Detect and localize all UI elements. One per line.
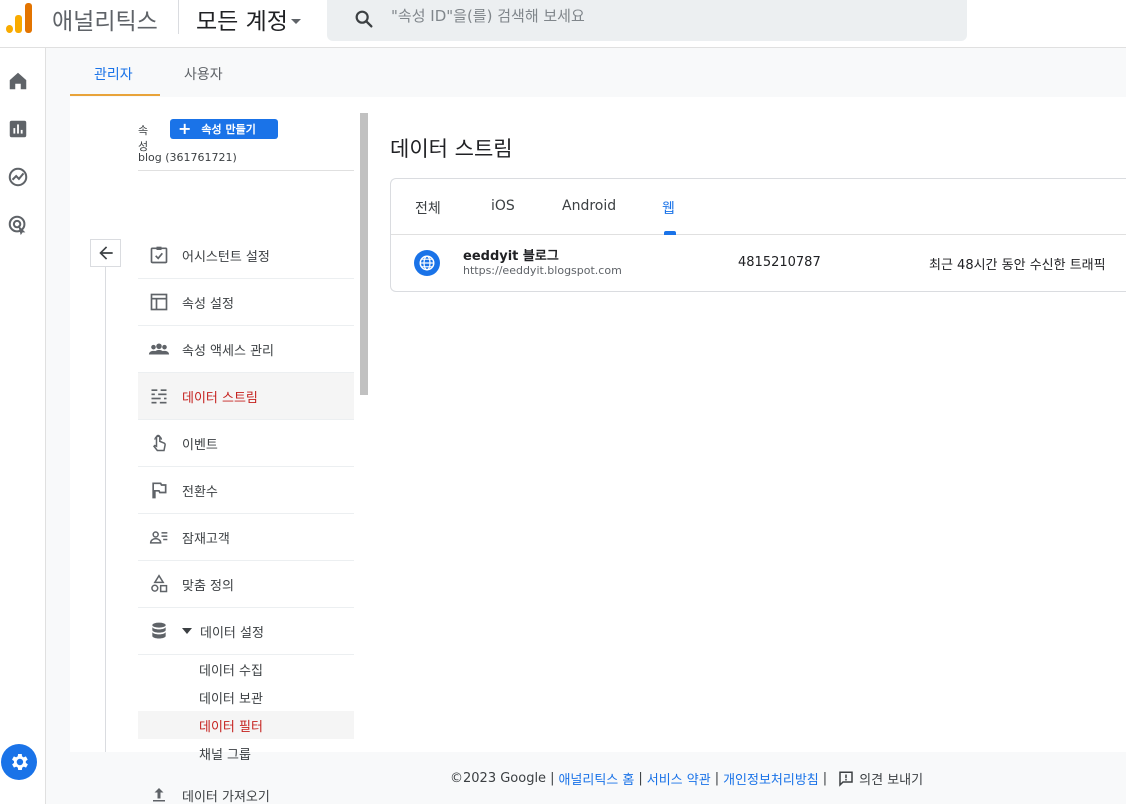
tab-android[interactable]: Android <box>562 198 616 214</box>
stream-id: 4815210787 <box>738 255 821 270</box>
copyright: ©2023 Google <box>450 771 547 786</box>
header-divider <box>178 0 179 34</box>
feedback-icon <box>837 770 855 788</box>
database-icon <box>148 620 170 642</box>
stream-status: 최근 48시간 동안 수신한 트래픽 <box>929 258 1106 273</box>
feedback-link[interactable]: 의견 보내기 <box>859 769 923 788</box>
account-label: 모든 계정 <box>196 9 288 35</box>
explore-icon[interactable] <box>7 166 29 188</box>
footer: ©2023 Google | 애널리틱스 홈 | 서비스 약관 | 개인정보처리… <box>450 769 924 788</box>
tab-ios[interactable]: iOS <box>491 198 515 214</box>
audience-icon <box>148 526 170 548</box>
layout-icon <box>148 291 170 313</box>
left-rail <box>0 48 46 804</box>
link-analytics-home[interactable]: 애널리틱스 홈 <box>558 769 634 788</box>
home-icon[interactable] <box>7 70 29 92</box>
menu-guide-line <box>105 267 106 752</box>
menu-item-label: 속성 설정 <box>182 296 234 312</box>
active-tab-indicator <box>70 94 160 96</box>
property-label: 속성 <box>138 124 149 153</box>
menu-item-label: 맞춤 정의 <box>182 578 234 594</box>
caret-down-icon <box>290 18 301 24</box>
shapes-icon <box>148 573 170 595</box>
menu-item-label: 어시스턴트 설정 <box>182 249 270 265</box>
link-privacy[interactable]: 개인정보처리방침 <box>723 769 819 788</box>
data-streams-card: 전체 iOS Android 웹 eeddyit 블로그 https://eed… <box>390 178 1126 292</box>
submenu-item-data-retention[interactable]: 데이터 보관 <box>138 683 354 711</box>
tab-web[interactable]: 웹 <box>662 198 675 218</box>
submenu-item-data-collection[interactable]: 데이터 수집 <box>138 655 354 683</box>
menu-item-audiences[interactable]: 잠재고객 <box>138 514 354 561</box>
menu-item-assistant[interactable]: 어시스턴트 설정 <box>138 232 354 279</box>
menu-scrollbar[interactable] <box>360 113 368 395</box>
table-row[interactable]: eeddyit 블로그 https://eeddyit.blogspot.com… <box>391 235 1126 292</box>
menu-item-access-management[interactable]: 속성 액세스 관리 <box>138 326 354 373</box>
property-menu: 어시스턴트 설정 속성 설정 속성 액세스 관리 데이터 스트림 이벤트 전환수… <box>138 232 354 805</box>
tab-admin[interactable]: 관리자 <box>94 64 133 84</box>
menu-item-property-settings[interactable]: 속성 설정 <box>138 279 354 326</box>
app-name: 애널리틱스 <box>52 9 158 35</box>
back-button[interactable] <box>90 239 121 267</box>
create-property-label: 속성 만들기 <box>201 123 256 136</box>
menu-item-label: 이벤트 <box>182 437 218 453</box>
menu-item-data-streams[interactable]: 데이터 스트림 <box>138 373 354 420</box>
admin-panel: 속성 + 속성 만들기 blog (361761721) 어시스턴트 설정 속성… <box>70 97 1126 805</box>
streams-icon <box>148 385 170 407</box>
menu-item-events[interactable]: 이벤트 <box>138 420 354 467</box>
flag-icon <box>148 479 170 501</box>
search-icon <box>355 10 373 28</box>
submenu-item-data-filters[interactable]: 데이터 필터 <box>138 711 354 739</box>
link-terms[interactable]: 서비스 약관 <box>647 769 711 788</box>
analytics-logo-icon[interactable] <box>4 3 34 33</box>
menu-item-label: 잠재고객 <box>182 531 230 547</box>
menu-item-conversions[interactable]: 전환수 <box>138 467 354 514</box>
gear-icon <box>12 754 28 770</box>
menu-item-label: 데이터 스트림 <box>182 390 258 406</box>
menu-item-custom-definitions[interactable]: 맞춤 정의 <box>138 561 354 608</box>
search-bar[interactable] <box>327 0 967 41</box>
search-input[interactable] <box>391 0 951 32</box>
admin-tabs: 관리자 사용자 <box>70 48 1126 97</box>
top-bar: 애널리틱스 모든 계정 <box>0 0 1126 48</box>
caret-down-icon[interactable] <box>182 628 192 634</box>
checklist-icon <box>148 244 170 266</box>
stream-name: eeddyit 블로그 <box>463 249 559 264</box>
globe-icon <box>414 250 440 276</box>
menu-item-label: 속성 액세스 관리 <box>182 343 274 359</box>
tab-users[interactable]: 사용자 <box>184 64 223 84</box>
admin-settings-button[interactable] <box>1 744 37 780</box>
reports-icon[interactable] <box>7 118 29 140</box>
tab-all[interactable]: 전체 <box>415 198 441 218</box>
stream-url: https://eeddyit.blogspot.com <box>463 264 622 277</box>
people-icon <box>148 338 170 360</box>
account-selector[interactable]: 모든 계정 <box>196 2 301 36</box>
menu-item-label: 데이터 설정 <box>200 625 264 641</box>
touch-icon <box>148 432 170 454</box>
page-title: 데이터 스트림 <box>390 137 513 161</box>
advertising-icon[interactable] <box>7 214 29 236</box>
create-property-button[interactable]: + 속성 만들기 <box>170 119 278 139</box>
arrow-left-icon <box>98 246 113 260</box>
content-area: 관리자 사용자 속성 + 속성 만들기 blog (361761721) 어시스… <box>46 48 1126 805</box>
stream-tabs: 전체 iOS Android 웹 <box>391 179 1126 235</box>
menu-item-label: 전환수 <box>182 484 218 500</box>
menu-item-data-settings[interactable]: 데이터 설정 <box>138 608 354 655</box>
property-selector[interactable]: blog (361761721) <box>138 151 354 171</box>
plus-icon: + <box>178 119 192 138</box>
